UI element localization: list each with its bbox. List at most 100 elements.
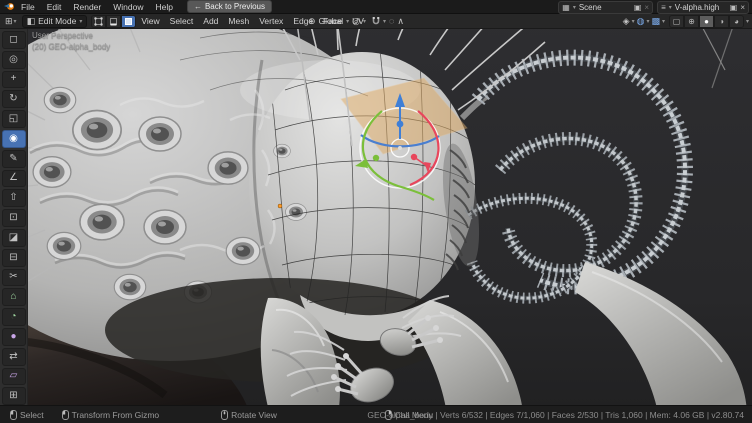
pivot-point-dropdown[interactable]: ◎: [352, 16, 360, 27]
shading-solid-button[interactable]: ●: [699, 15, 714, 28]
bevel-icon: ◪: [9, 233, 18, 243]
tool-shear[interactable]: ▱: [2, 368, 26, 386]
smooth-icon: ●: [10, 332, 16, 342]
menu-render[interactable]: Render: [67, 2, 107, 12]
gizmo-settings-dropdown[interactable]: ▾: [632, 18, 635, 25]
tool-loop-cut[interactable]: ⊟: [2, 249, 26, 267]
menu-add[interactable]: Add: [198, 16, 223, 26]
material-preview-icon: ◑: [719, 17, 724, 26]
tool-smooth[interactable]: ●: [2, 328, 26, 346]
xray-box-icon: ▢: [673, 17, 681, 26]
viewport-3d-canvas[interactable]: [0, 0, 752, 423]
chevron-down-icon: ▾: [79, 18, 82, 25]
mouse-left-drag-icon: [62, 410, 69, 420]
vertex-mode-icon: [94, 17, 103, 26]
menu-mesh[interactable]: Mesh: [223, 16, 254, 26]
overlays-settings-dropdown[interactable]: ▾: [646, 18, 649, 25]
toolbar: ◻ ◎ + ↻ ◱ ◉ ✎ ∠ ⇧ ⊡ ◪ ⊟ ✂ ⌂ ◔ ● ⇄ ▱ ⊞: [0, 28, 28, 406]
tool-spin[interactable]: ◔: [2, 308, 26, 326]
menu-file[interactable]: File: [15, 2, 41, 12]
show-overlays-toggle[interactable]: ◍: [637, 16, 645, 27]
loop-cut-icon: ⊟: [9, 253, 17, 263]
view-layer-selector[interactable]: ≡ ▾ V-alpha.high ▣ ×: [657, 1, 749, 14]
shading-material-button[interactable]: ◑: [714, 15, 729, 28]
tool-cursor[interactable]: ◎: [2, 51, 26, 69]
mode-dropdown[interactable]: ◧ Edit Mode ▾: [22, 15, 88, 28]
tool-edge-slide[interactable]: ⇄: [2, 348, 26, 366]
snap-settings-dropdown[interactable]: ▾: [383, 18, 386, 25]
tool-inset-faces[interactable]: ⊡: [2, 209, 26, 227]
menu-edit[interactable]: Edit: [41, 2, 68, 12]
menu-help[interactable]: Help: [149, 2, 178, 12]
show-gizmo-toggle[interactable]: ◈: [623, 16, 630, 27]
viewport-display-controls: ◈ ▾ ◍ ▾ ▩ ▾ ▢ ⊕ ● ◑ ◕ ▾: [623, 14, 749, 28]
chevron-down-icon: ▾: [363, 18, 366, 25]
xray-settings-dropdown[interactable]: ▾: [662, 18, 665, 25]
menu-select[interactable]: Select: [165, 16, 199, 26]
orientation-icon: ⊕: [308, 16, 316, 27]
transform-orientation-dropdown[interactable]: Global: [319, 16, 344, 26]
toggle-xray-button[interactable]: ▢: [669, 15, 684, 28]
edge-mode-icon: [109, 17, 118, 26]
shear-icon: ▱: [10, 371, 18, 381]
new-scene-icon[interactable]: ▣: [634, 3, 642, 12]
tool-transform[interactable]: ◉: [2, 130, 26, 148]
edit-mode-icon: ◧: [27, 16, 36, 27]
cursor-icon: ◎: [9, 55, 18, 65]
edge-select-mode-button[interactable]: [106, 15, 121, 28]
tool-scale[interactable]: ◱: [2, 110, 26, 128]
view-layer-name[interactable]: V-alpha.high: [675, 3, 727, 12]
edge-slide-icon: ⇄: [9, 352, 17, 362]
annotate-icon: ✎: [9, 154, 17, 164]
tool-knife[interactable]: ✂: [2, 269, 26, 287]
scene-name[interactable]: Scene: [579, 3, 631, 12]
menu-window[interactable]: Window: [107, 2, 149, 12]
back-to-previous-button[interactable]: ← Back to Previous: [187, 0, 272, 13]
scale-icon: ◱: [9, 114, 18, 124]
proportional-editing-toggle[interactable]: ◌: [389, 16, 394, 26]
editor-type-button[interactable]: ⊞ ▾: [3, 16, 19, 27]
proportional-falloff-dropdown[interactable]: ∧: [397, 16, 404, 27]
face-select-mode-button[interactable]: [121, 15, 136, 28]
shading-mode-group: ▢ ⊕ ● ◑ ◕: [669, 15, 744, 28]
mouse-middle-icon: [221, 410, 228, 420]
shading-wireframe-button[interactable]: ⊕: [684, 15, 699, 28]
statusbar: Select Transform From Gizmo Rotate View …: [0, 405, 752, 423]
viewport-header: ⊞ ▾ ◧ Edit Mode ▾: [0, 14, 752, 29]
chevron-down-icon: ▾: [346, 18, 349, 25]
mouse-left-icon: [10, 410, 17, 420]
topbar: File Edit Render Window Help ← Back to P…: [0, 0, 752, 14]
xray-toggle[interactable]: ▩: [651, 16, 660, 27]
snap-magnet-toggle[interactable]: [372, 16, 380, 26]
knife-icon: ✂: [9, 272, 17, 282]
tool-annotate[interactable]: ✎: [2, 150, 26, 168]
tool-rip-region[interactable]: ⊞: [2, 387, 26, 405]
select-mode-group: [91, 15, 136, 28]
tool-select-box[interactable]: ◻: [2, 31, 26, 49]
tool-extrude-region[interactable]: ⇧: [2, 189, 26, 207]
rip-region-icon: ⊞: [9, 391, 17, 401]
active-object-overlay: (20) GEO-alpha_body: [32, 42, 110, 51]
tool-rotate[interactable]: ↻: [2, 90, 26, 108]
back-arrow-icon: ←: [194, 2, 202, 11]
new-view-layer-icon[interactable]: ▣: [730, 3, 738, 12]
move-icon: +: [11, 74, 17, 84]
tool-measure[interactable]: ∠: [2, 170, 26, 188]
scene-icon: ▦: [562, 3, 570, 12]
scene-selector[interactable]: ▦ ▾ Scene ▣ ×: [558, 1, 653, 14]
vertex-select-mode-button[interactable]: [91, 15, 106, 28]
shading-rendered-button[interactable]: ◕: [729, 15, 744, 28]
solid-shading-icon: ●: [704, 17, 709, 26]
tool-move[interactable]: +: [2, 71, 26, 89]
tool-poly-build[interactable]: ⌂: [2, 288, 26, 306]
menu-vertex[interactable]: Vertex: [254, 16, 288, 26]
shading-settings-dropdown[interactable]: ▾: [746, 18, 749, 25]
view-name-overlay: User Perspective: [32, 31, 93, 40]
editor-type-icon: ⊞: [5, 16, 13, 27]
tool-bevel[interactable]: ◪: [2, 229, 26, 247]
menu-view[interactable]: View: [136, 16, 164, 26]
remove-view-layer-icon[interactable]: ×: [740, 3, 745, 12]
status-hint-select: Select: [10, 410, 44, 420]
chevron-down-icon: ▾: [669, 4, 672, 11]
chevron-down-icon: ▾: [14, 18, 17, 25]
